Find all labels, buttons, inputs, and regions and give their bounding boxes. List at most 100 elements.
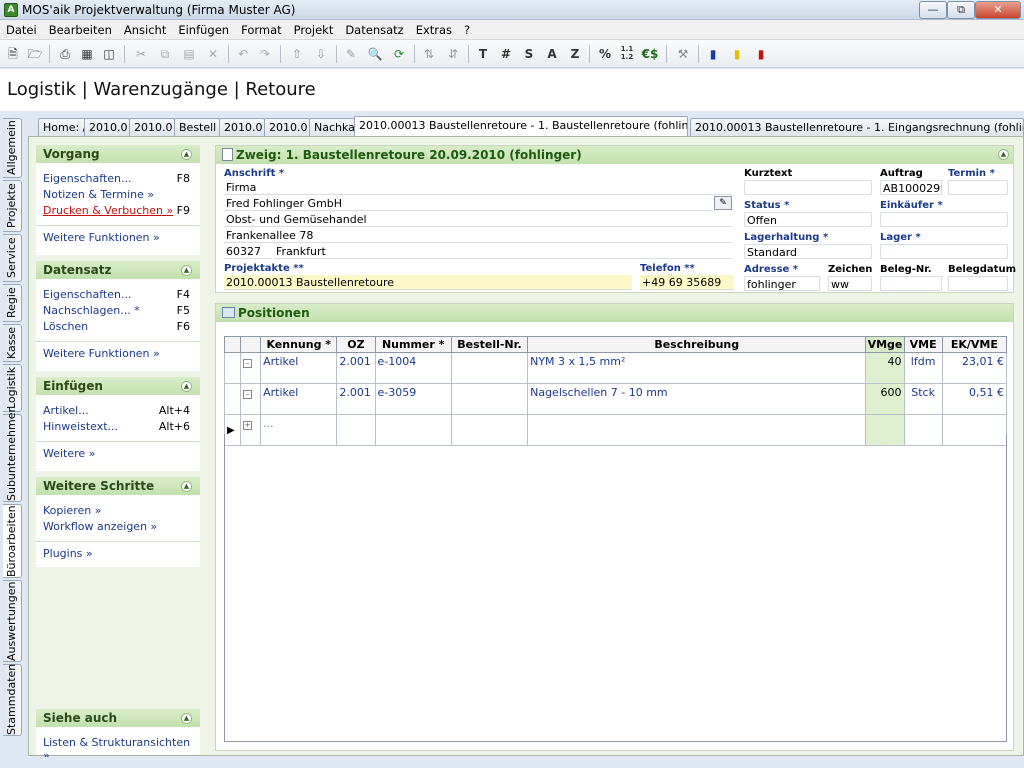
vtab-projekte[interactable]: Projekte — [3, 180, 22, 232]
vtab-bueroarbeiten[interactable]: Büroarbeiten — [3, 504, 22, 578]
cell-nummer[interactable]: e-1004 — [374, 352, 452, 384]
sum-format-button[interactable]: S — [520, 45, 538, 63]
lagerhaltung-field[interactable]: Standard — [744, 244, 872, 259]
projektakte-field[interactable]: 2010.00013 Baustellenretoure — [224, 275, 632, 290]
vtab-auswertungen[interactable]: Auswertungen — [3, 580, 22, 662]
kurztext-field[interactable] — [744, 180, 872, 195]
vtab-subunternehmer[interactable]: Subunternehmer — [3, 408, 22, 502]
action-eigenschaften[interactable]: Eigenschaften... F4 — [36, 287, 200, 303]
cell-oz[interactable]: 2.001 — [336, 352, 376, 384]
col-ek-vme[interactable]: EK/VME — [941, 336, 1008, 353]
col-bestellnr[interactable]: Bestell-Nr. — [450, 336, 529, 353]
yellow-puzzle-icon[interactable]: ▮ — [728, 45, 746, 63]
table-row[interactable]: – Artikel 2.001 e-1004 NYM 3 x 1,5 mm² 4… — [223, 352, 1008, 384]
action-drucken-verbuchen[interactable]: Drucken & Verbuchen » F9 — [36, 203, 200, 219]
print-icon[interactable]: ⎙ — [56, 45, 74, 63]
cell-vmge[interactable]: 600 — [865, 383, 905, 415]
print-preview-icon[interactable]: ▦ — [78, 45, 96, 63]
refresh-icon[interactable]: ⟳ — [390, 45, 408, 63]
doc-tab-nachka[interactable]: Nachka — [309, 118, 355, 136]
anschrift-line-1[interactable]: Firma — [224, 180, 732, 195]
vtab-kasse[interactable]: Kasse — [3, 324, 22, 362]
currency-button[interactable]: €$ — [641, 45, 659, 63]
action-weitere[interactable]: Weitere » — [36, 446, 200, 462]
action-nachschlagen[interactable]: Nachschlagen... * F5 — [36, 303, 200, 319]
panel-header[interactable]: Weitere Schritte ▲ — [36, 477, 200, 495]
doc-tab-eingangsrechnung[interactable]: 2010.00013 Baustellenretoure - 1. Eingan… — [690, 118, 1024, 136]
minimize-button[interactable]: — — [919, 1, 947, 19]
auftrag-field[interactable]: AB100029 — [880, 180, 942, 195]
menu-datensatz[interactable]: Datensatz — [339, 20, 409, 40]
chevron-up-icon[interactable]: ▲ — [181, 713, 192, 724]
blue-puzzle-icon[interactable]: ▮ — [704, 45, 722, 63]
einkaeufer-field[interactable] — [880, 212, 1008, 227]
action-notizen-termine[interactable]: Notizen & Termine » — [36, 187, 200, 203]
menu-ansicht[interactable]: Ansicht — [118, 20, 172, 40]
cell-oz[interactable]: 2.001 — [336, 383, 376, 415]
copy-icon[interactable]: ⧉ — [156, 45, 174, 63]
anschrift-line-3[interactable]: Obst- und Gemüsehandel — [224, 212, 732, 227]
cell-nummer[interactable]: e-3059 — [374, 383, 452, 415]
move-up-icon[interactable]: ⇧ — [288, 45, 306, 63]
undo-icon[interactable]: ↶ — [234, 45, 252, 63]
action-weitere-funktionen[interactable]: Weitere Funktionen » — [36, 346, 200, 362]
cut-icon[interactable]: ✂ — [132, 45, 150, 63]
maximize-button[interactable]: ⧉ — [947, 1, 975, 19]
doc-tab-2010-b[interactable]: 2010.0 — [129, 118, 175, 136]
vtab-logistik[interactable]: Logistik — [3, 364, 22, 412]
paste-icon[interactable]: ▤ — [180, 45, 198, 63]
menu-bearbeiten[interactable]: Bearbeiten — [43, 20, 118, 40]
action-listen-strukturansichten[interactable]: Listen & Strukturansichten » — [36, 735, 200, 762]
ort-field[interactable]: Frankfurt — [274, 244, 732, 259]
delete-icon[interactable]: ✕ — [204, 45, 222, 63]
vtab-stammdaten[interactable]: Stammdaten — [3, 664, 22, 736]
lager-field[interactable] — [880, 244, 1008, 259]
status-field[interactable]: Offen — [744, 212, 872, 227]
cell-vme[interactable]: lfdm — [903, 352, 943, 384]
collapse-icon[interactable]: ▲ — [998, 149, 1009, 160]
chevron-up-icon[interactable]: ▲ — [181, 149, 192, 160]
panel-header[interactable]: Einfügen ▲ — [36, 377, 200, 395]
cell-bestellnr[interactable] — [450, 383, 529, 415]
col-vmge[interactable]: VMge — [865, 336, 905, 353]
z-format-button[interactable]: Z — [566, 45, 584, 63]
address-lookup-icon[interactable]: ✎ — [714, 196, 732, 210]
sort-desc-icon[interactable]: ⇵ — [444, 45, 462, 63]
col-vme[interactable]: VME — [903, 336, 943, 353]
cell-ek-vme[interactable]: 0,51 € — [941, 383, 1008, 415]
doc-tab-baustellenretoure[interactable]: 2010.00013 Baustellenretoure - 1. Bauste… — [354, 116, 688, 136]
expand-row-icon[interactable]: + — [243, 421, 253, 430]
cell-vme[interactable]: Stck — [903, 383, 943, 415]
menu-help[interactable]: ? — [458, 20, 476, 40]
belegdatum-field[interactable] — [948, 276, 1008, 291]
percent-button[interactable]: % — [596, 45, 614, 63]
action-weitere-funktionen[interactable]: Weitere Funktionen » — [36, 230, 200, 246]
plz-field[interactable]: 60327 — [224, 244, 272, 259]
zeichen-field[interactable]: ww — [828, 276, 872, 291]
redo-icon[interactable]: ↷ — [256, 45, 274, 63]
menu-datei[interactable]: Datei — [0, 20, 43, 40]
move-down-icon[interactable]: ⇩ — [312, 45, 330, 63]
menu-einfuegen[interactable]: Einfügen — [172, 20, 235, 40]
collapse-row-icon[interactable]: – — [243, 359, 253, 368]
col-oz[interactable]: OZ — [336, 336, 376, 353]
menu-extras[interactable]: Extras — [410, 20, 458, 40]
red-puzzle-icon[interactable]: ▮ — [752, 45, 770, 63]
chevron-up-icon[interactable]: ▲ — [181, 481, 192, 492]
table-empty-area[interactable] — [224, 434, 1007, 742]
search-icon[interactable]: 🔍 — [366, 45, 384, 63]
table-row[interactable]: – Artikel 2.001 e-3059 Nagelschellen 7 -… — [223, 383, 1008, 415]
menu-format[interactable]: Format — [235, 20, 288, 40]
doc-tab-bestell[interactable]: Bestell — [174, 118, 220, 136]
open-folder-icon[interactable]: 🗁 — [26, 45, 44, 63]
cell-kennung[interactable]: Artikel — [260, 383, 338, 415]
chevron-up-icon[interactable]: ▲ — [181, 265, 192, 276]
close-button[interactable]: ✕ — [975, 1, 1021, 19]
cell-beschreibung[interactable]: NYM 3 x 1,5 mm² — [527, 352, 867, 384]
action-loeschen[interactable]: Löschen F6 — [36, 319, 200, 335]
vtab-service[interactable]: Service — [3, 234, 22, 282]
action-kopieren[interactable]: Kopieren » — [36, 503, 200, 519]
action-artikel[interactable]: Artikel... Alt+4 — [36, 403, 200, 419]
cell-kennung[interactable]: Artikel — [260, 352, 338, 384]
panel-header[interactable]: Datensatz ▲ — [36, 261, 200, 279]
